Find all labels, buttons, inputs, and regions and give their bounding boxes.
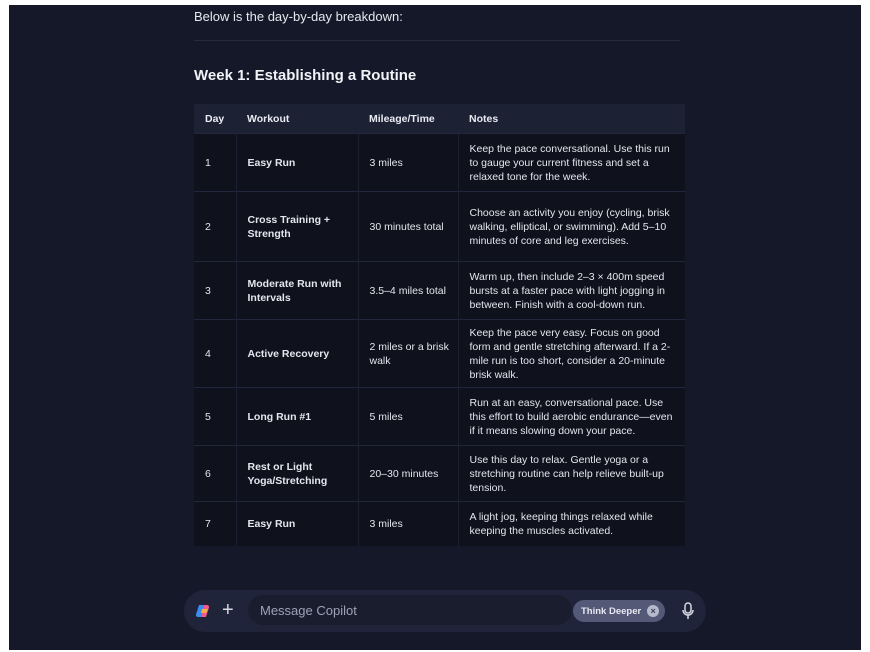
workout-cell: Active Recovery <box>235 319 358 388</box>
table-row: 6 Rest or Light Yoga/Stretching 20–30 mi… <box>194 445 685 502</box>
workout-cell: Easy Run <box>235 133 358 192</box>
mileage-cell: 3 miles <box>357 133 458 192</box>
header-mileage: Mileage/Time <box>358 104 458 134</box>
copilot-logo-icon[interactable] <box>196 603 212 619</box>
think-deeper-label: Think Deeper <box>581 605 642 617</box>
table-row: 7 Easy Run 3 miles A light jog, keeping … <box>194 501 685 546</box>
notes-cell: Warm up, then include 2–3 × 400m speed b… <box>457 261 685 320</box>
message-input[interactable] <box>248 595 572 625</box>
training-table: Day Workout Mileage/Time Notes 1 Easy Ru… <box>194 104 685 546</box>
week-title: Week 1: Establishing a Routine <box>194 67 417 84</box>
day-cell: 2 <box>194 191 236 262</box>
intro-text: Below is the day-by-day breakdown: <box>194 9 403 24</box>
mileage-cell: 3.5–4 miles total <box>357 261 458 320</box>
mileage-cell: 20–30 minutes <box>357 445 458 502</box>
day-cell: 3 <box>194 261 236 320</box>
workout-cell: Rest or Light Yoga/Stretching <box>235 445 358 502</box>
plus-icon[interactable]: + <box>222 598 234 622</box>
table-row: 4 Active Recovery 2 miles or a brisk wal… <box>194 319 685 388</box>
close-icon[interactable]: × <box>647 605 660 617</box>
workout-cell: Easy Run <box>235 501 358 546</box>
mileage-cell: 5 miles <box>357 387 458 446</box>
mileage-cell: 2 miles or a brisk walk <box>357 319 458 388</box>
day-cell: 4 <box>194 319 236 388</box>
day-cell: 6 <box>194 445 236 502</box>
notes-cell: Choose an activity you enjoy (cycling, b… <box>457 191 685 262</box>
header-workout: Workout <box>236 104 358 134</box>
notes-cell: Keep the pace conversational. Use this r… <box>457 133 685 192</box>
table-header-row: Day Workout Mileage/Time Notes <box>194 104 685 134</box>
header-day: Day <box>194 104 236 134</box>
notes-cell: Run at an easy, conversational pace. Use… <box>457 387 685 446</box>
mileage-cell: 30 minutes total <box>357 191 458 262</box>
table-row: 2 Cross Training + Strength 30 minutes t… <box>194 191 685 262</box>
think-deeper-button[interactable]: Think Deeper × <box>573 600 666 622</box>
mileage-cell: 3 miles <box>357 501 458 546</box>
header-notes: Notes <box>458 104 685 134</box>
message-composer: + Think Deeper × <box>184 590 706 632</box>
notes-cell: Use this day to relax. Gentle yoga or a … <box>457 445 685 502</box>
table-row: 3 Moderate Run with Intervals 3.5–4 mile… <box>194 261 685 320</box>
workout-cell: Cross Training + Strength <box>235 191 358 262</box>
day-cell: 7 <box>194 501 236 546</box>
notes-cell: A light jog, keeping things relaxed whil… <box>457 501 685 546</box>
workout-cell: Moderate Run with Intervals <box>235 261 358 320</box>
day-cell: 1 <box>194 133 236 192</box>
divider <box>194 40 680 41</box>
day-cell: 5 <box>194 387 236 446</box>
table-row: 5 Long Run #1 5 miles Run at an easy, co… <box>194 387 685 446</box>
table-row: 1 Easy Run 3 miles Keep the pace convers… <box>194 133 685 192</box>
notes-cell: Keep the pace very easy. Focus on good f… <box>457 319 685 388</box>
microphone-icon[interactable] <box>681 602 695 620</box>
workout-cell: Long Run #1 <box>235 387 358 446</box>
chat-window: Below is the day-by-day breakdown: Week … <box>9 5 861 650</box>
